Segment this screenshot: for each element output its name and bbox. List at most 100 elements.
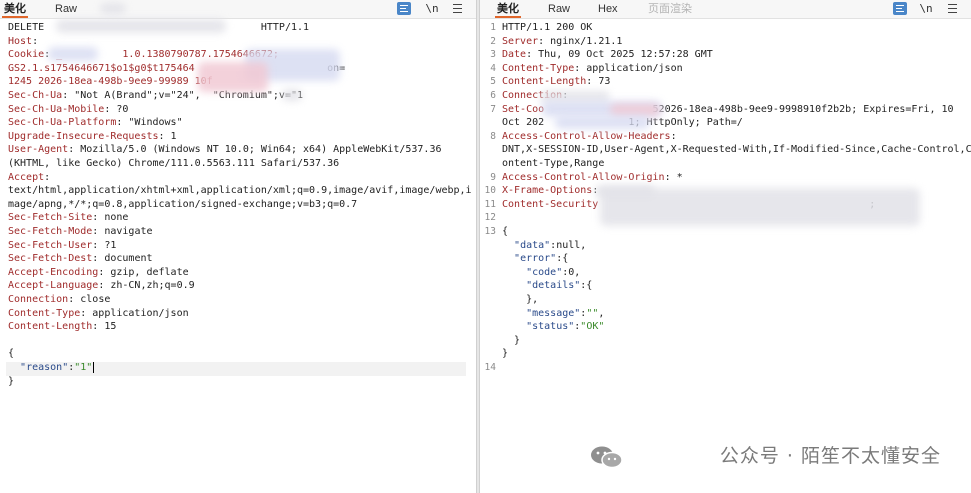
watermark-text: 公众号 · 陌笙不太懂安全 xyxy=(719,445,941,467)
line-number: 2 xyxy=(490,35,496,47)
code-token: ontent-Type,Range xyxy=(502,158,605,169)
code-token: Sec-Fetch-User xyxy=(8,239,93,251)
code-token: } xyxy=(8,375,15,387)
response-line: "code":0, xyxy=(480,266,971,280)
code-token: }, xyxy=(502,294,539,305)
response-tab-pretty[interactable]: 美化 xyxy=(495,0,521,18)
code-token: mage/apng,*/*;q=0.8,application/signed-e… xyxy=(8,198,358,210)
code-token: : 73 xyxy=(586,76,611,88)
line-number: 12 xyxy=(484,212,496,224)
code-token: { xyxy=(502,226,509,237)
redacted-tab xyxy=(100,3,126,14)
line-number: 10 xyxy=(484,185,496,197)
request-tabbar: 美化 Raw \n xyxy=(0,0,476,19)
code-token: Content-Type xyxy=(502,62,575,74)
code-token: Accept-Language xyxy=(8,280,99,292)
response-line: 9 Access-Control-Allow-Origin: * xyxy=(480,171,971,185)
code-token: "OK" xyxy=(580,321,605,333)
request-pane: 美化 Raw \n DELETE HTTP/1.1Host:Cookie: _ … xyxy=(0,0,476,493)
code-token: Access-Control-Allow-Origin xyxy=(502,171,665,183)
code-token: User-Agent xyxy=(8,144,69,156)
wechat-icon xyxy=(591,446,623,469)
code-token: : "Not A(Brand";v="24", "Chromium";v="1 xyxy=(62,90,304,101)
code-token: :0, xyxy=(562,266,581,278)
response-tab-hex[interactable]: Hex xyxy=(596,0,620,18)
line-number: 7 xyxy=(490,103,496,115)
pretty-print-icon[interactable] xyxy=(397,2,411,15)
newline-toggle-button[interactable]: \n xyxy=(424,1,440,16)
redacted-cookie xyxy=(610,104,660,116)
code-token: : ?0 xyxy=(104,103,129,115)
code-token: Upgrade-Insecure-Requests xyxy=(8,130,159,142)
menu-icon[interactable] xyxy=(946,1,959,16)
code-token: "status" xyxy=(526,321,575,333)
code-token: Content-Type xyxy=(8,307,81,319)
http-repeater-window: 美化 Raw \n DELETE HTTP/1.1Host:Cookie: _ … xyxy=(0,0,971,493)
code-token: Sec-Fetch-Mode xyxy=(8,226,93,237)
code-token: "1" xyxy=(74,362,93,373)
code-token: Date xyxy=(502,49,527,61)
code-token: "message" xyxy=(526,307,581,319)
code-token: : Mozilla/5.0 (Windows NT 10.0; Win64; x… xyxy=(68,144,442,156)
redacted-csp xyxy=(600,188,920,226)
response-tabbar: 美化 Raw Hex 页面渲染 \n xyxy=(480,0,971,19)
request-line: Content-Length: 15 xyxy=(0,320,476,334)
request-line: Sec-Ch-Ua-Platform: "Windows" xyxy=(0,116,476,130)
code-token: :{ xyxy=(556,253,569,265)
menu-icon[interactable] xyxy=(451,1,464,16)
request-line: Accept-Encoding: gzip, deflate xyxy=(0,266,476,280)
redacted-cookie-part xyxy=(48,47,98,61)
redacted-expiry xyxy=(555,116,650,129)
request-line: text/html,application/xhtml+xml,applicat… xyxy=(0,184,476,198)
request-line: "reason":"1" xyxy=(0,361,476,375)
response-line: 3 Date: Thu, 09 Oct 2025 12:57:28 GMT xyxy=(480,48,971,62)
code-token: :null, xyxy=(550,239,587,251)
pretty-print-icon[interactable] xyxy=(893,2,907,15)
response-tab-render[interactable]: 页面渲染 xyxy=(646,0,694,18)
request-line: Sec-Fetch-Mode: navigate xyxy=(0,225,476,239)
code-token: "error" xyxy=(514,253,557,265)
response-line: "details":{ xyxy=(480,279,971,293)
request-line xyxy=(0,334,476,348)
code-token: Accept-Encoding xyxy=(8,266,99,278)
code-token: : "Windows" xyxy=(116,117,183,129)
code-token: : * xyxy=(664,171,683,183)
response-line: Oct 202 1; HttpOnly; Path=/ xyxy=(480,116,971,130)
line-number: 8 xyxy=(490,130,496,142)
line-number: 11 xyxy=(484,198,496,210)
code-token: : nginx/1.21.1 xyxy=(538,35,623,47)
code-token: Sec-Ch-Ua-Platform xyxy=(8,117,117,129)
code-token: : zh-CN,zh;q=0.9 xyxy=(98,280,195,292)
code-token: text/html,application/xhtml+xml,applicat… xyxy=(8,185,472,197)
line-number: 13 xyxy=(484,226,496,237)
response-line: "message":"", xyxy=(480,307,971,321)
code-token: : 15 xyxy=(92,321,117,333)
request-line: Connection: close xyxy=(0,293,476,307)
line-number: 5 xyxy=(490,76,496,88)
response-line: 2 Server: nginx/1.21.1 xyxy=(480,35,971,49)
request-tab-raw[interactable]: Raw xyxy=(53,0,79,18)
newline-toggle-button[interactable]: \n xyxy=(918,1,934,16)
code-token: : Thu, 09 Oct 2025 12:57:28 GMT xyxy=(526,49,713,61)
code-token: Content-Length xyxy=(502,76,587,88)
line-number: 9 xyxy=(490,171,496,183)
response-line: }, xyxy=(480,293,971,307)
redacted-cookie-part xyxy=(198,62,268,92)
response-line: 8 Access-Control-Allow-Headers: xyxy=(480,130,971,144)
code-token: : xyxy=(670,130,677,142)
request-line: Sec-Fetch-User: ?1 xyxy=(0,239,476,253)
response-tab-raw[interactable]: Raw xyxy=(546,0,572,18)
request-line: Sec-Fetch-Site: none xyxy=(0,211,476,225)
code-token: Sec-Fetch-Site xyxy=(8,212,93,224)
response-line: 5 Content-Length: 73 xyxy=(480,75,971,89)
request-tab-pretty[interactable]: 美化 xyxy=(2,0,28,18)
code-token: : application/json xyxy=(574,62,683,74)
code-token: Cookie xyxy=(8,49,45,61)
redacted-host xyxy=(56,19,226,33)
